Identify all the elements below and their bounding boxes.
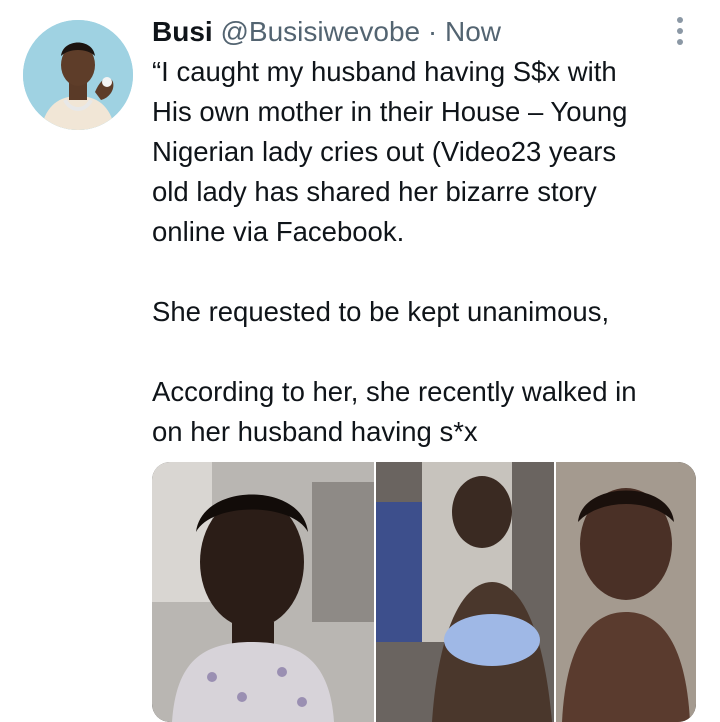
more-dot [677, 39, 683, 45]
avatar-image [23, 20, 133, 130]
tweet-line: “I caught my husband having S$x with [152, 56, 617, 87]
more-dot [677, 17, 683, 23]
tweet-line: His own mother in their House – Young [152, 96, 628, 127]
tweet-line-blank [152, 332, 712, 372]
tweet-text: “I caught my husband having S$x with His… [152, 52, 712, 452]
tweet-line: online via Facebook. [152, 216, 405, 247]
timestamp[interactable]: Now [445, 16, 501, 47]
tweet-line-blank [152, 252, 712, 292]
more-options-icon[interactable] [668, 14, 692, 48]
handle[interactable]: @Busisiwevobe [220, 16, 420, 47]
avatar[interactable] [23, 20, 133, 130]
tweet-line: on her husband having s*x [152, 416, 478, 447]
more-dot [677, 28, 683, 34]
display-name[interactable]: Busi [152, 16, 213, 47]
tweet-media[interactable] [152, 462, 696, 722]
tweet-line: Nigerian lady cries out (Video23 years [152, 136, 617, 167]
tweet-line: old lady has shared her bizarre story [152, 176, 597, 207]
media-collage [152, 462, 696, 722]
tweet-header: Busi @Busisiwevobe · Now [152, 14, 501, 50]
separator: · [427, 16, 438, 47]
tweet-line: She requested to be kept unanimous, [152, 296, 610, 327]
tweet-line: According to her, she recently walked in [152, 376, 637, 407]
